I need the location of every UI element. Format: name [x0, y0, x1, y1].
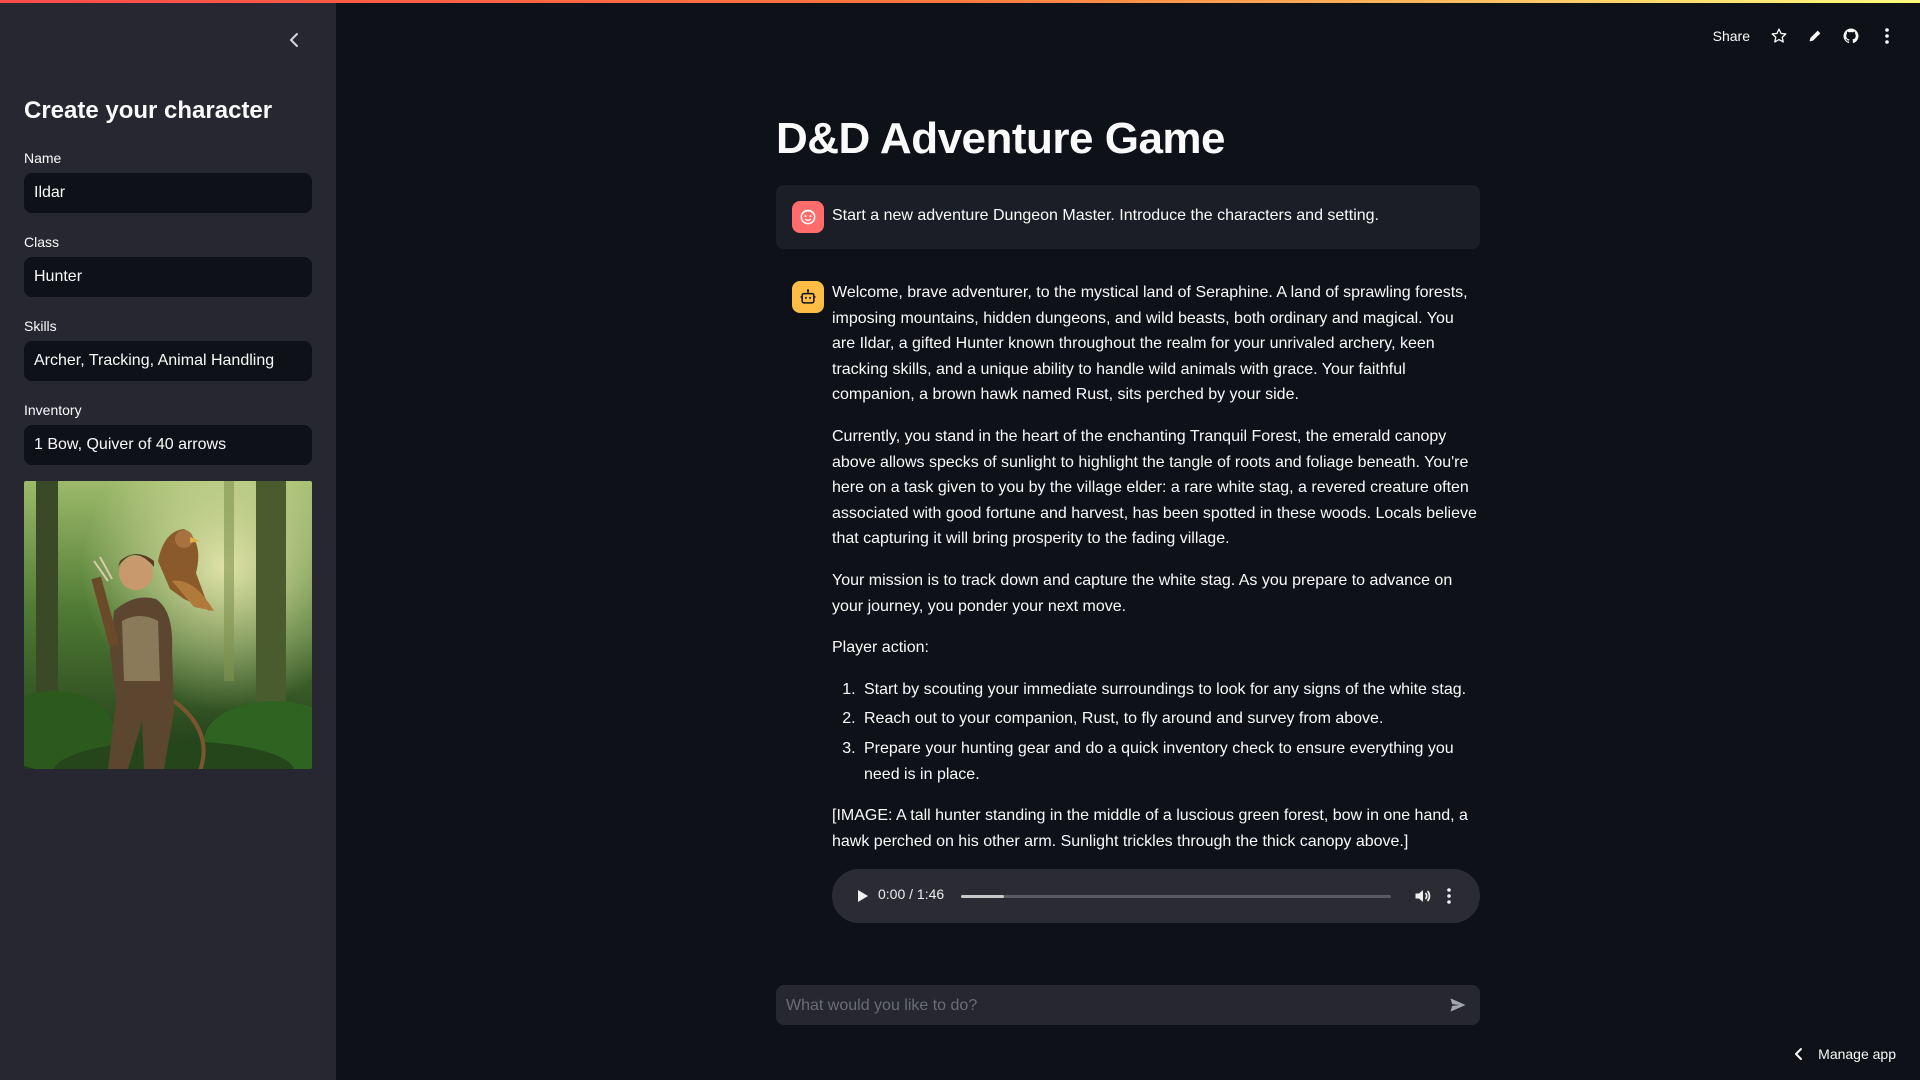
- inventory-label: Inventory: [24, 402, 82, 418]
- collapse-sidebar-button[interactable]: [284, 28, 304, 52]
- play-button[interactable]: [852, 886, 872, 906]
- sidebar-title: Create your character: [24, 97, 273, 124]
- chevron-left-icon: [1795, 1048, 1803, 1060]
- class-field[interactable]: Hunter: [24, 257, 312, 297]
- audio-player: 0:00 / 1:46: [832, 869, 1480, 923]
- user-avatar: [792, 201, 824, 233]
- skills-field[interactable]: Archer, Tracking, Animal Handling: [24, 341, 312, 381]
- audio-options-button[interactable]: [1446, 886, 1456, 906]
- audio-time: 0:00 / 1:46: [878, 886, 945, 902]
- more-vertical-icon: [1447, 888, 1451, 904]
- assistant-avatar: [792, 281, 824, 313]
- chat-input-container: [776, 985, 1480, 1027]
- audio-progress-slider[interactable]: [961, 895, 1391, 898]
- top-decoration-bar: [0, 0, 1920, 3]
- share-button[interactable]: Share: [1713, 28, 1750, 44]
- player-actions-list: Start by scouting your immediate surroun…: [832, 677, 1480, 787]
- send-icon: [1450, 998, 1466, 1012]
- list-item: Start by scouting your immediate surroun…: [860, 677, 1480, 703]
- send-button[interactable]: [1448, 995, 1468, 1015]
- skills-label: Skills: [24, 318, 57, 334]
- volume-button[interactable]: [1413, 886, 1433, 906]
- list-item: Reach out to your companion, Rust, to fl…: [860, 706, 1480, 732]
- more-vertical-icon[interactable]: [1878, 27, 1896, 45]
- robot-icon: [800, 289, 816, 304]
- list-item: Prepare your hunting gear and do a quick…: [860, 736, 1480, 787]
- assistant-paragraph: Your mission is to track down and captur…: [832, 571, 1453, 615]
- volume-icon: [1415, 890, 1431, 902]
- play-icon: [858, 890, 868, 902]
- pencil-icon[interactable]: [1806, 27, 1824, 45]
- assistant-paragraph: Player action:: [832, 639, 929, 657]
- user-face-icon: [800, 209, 816, 225]
- audio-buffered-bar: [961, 895, 1004, 898]
- inventory-field[interactable]: 1 Bow, Quiver of 40 arrows: [24, 425, 312, 465]
- user-message-text: Start a new adventure Dungeon Master. In…: [832, 207, 1379, 224]
- user-chat-message: Start a new adventure Dungeon Master. In…: [776, 185, 1480, 249]
- manage-app-button[interactable]: Manage app: [1794, 1046, 1896, 1062]
- page-title: D&D Adventure Game: [776, 114, 1226, 163]
- chat-input[interactable]: [784, 985, 1428, 1027]
- name-field[interactable]: Ildar: [24, 173, 312, 213]
- class-label: Class: [24, 234, 60, 250]
- assistant-chat-message: Welcome, brave adventurer, to the mystic…: [832, 280, 1480, 870]
- character-portrait-image: [24, 481, 312, 769]
- assistant-paragraph: Currently, you stand in the heart of the…: [832, 427, 1477, 548]
- header-toolbar: Share: [1713, 22, 1896, 50]
- assistant-paragraph: Welcome, brave adventurer, to the mystic…: [832, 284, 1468, 404]
- image-description: [IMAGE: A tall hunter standing in the mi…: [832, 807, 1468, 850]
- sidebar: Create your character Name Ildar Class H…: [0, 0, 336, 1080]
- name-label: Name: [24, 150, 62, 166]
- star-icon[interactable]: [1770, 27, 1788, 45]
- chevron-left-icon: [290, 33, 298, 47]
- github-icon[interactable]: [1842, 27, 1860, 45]
- manage-app-label: Manage app: [1818, 1046, 1896, 1062]
